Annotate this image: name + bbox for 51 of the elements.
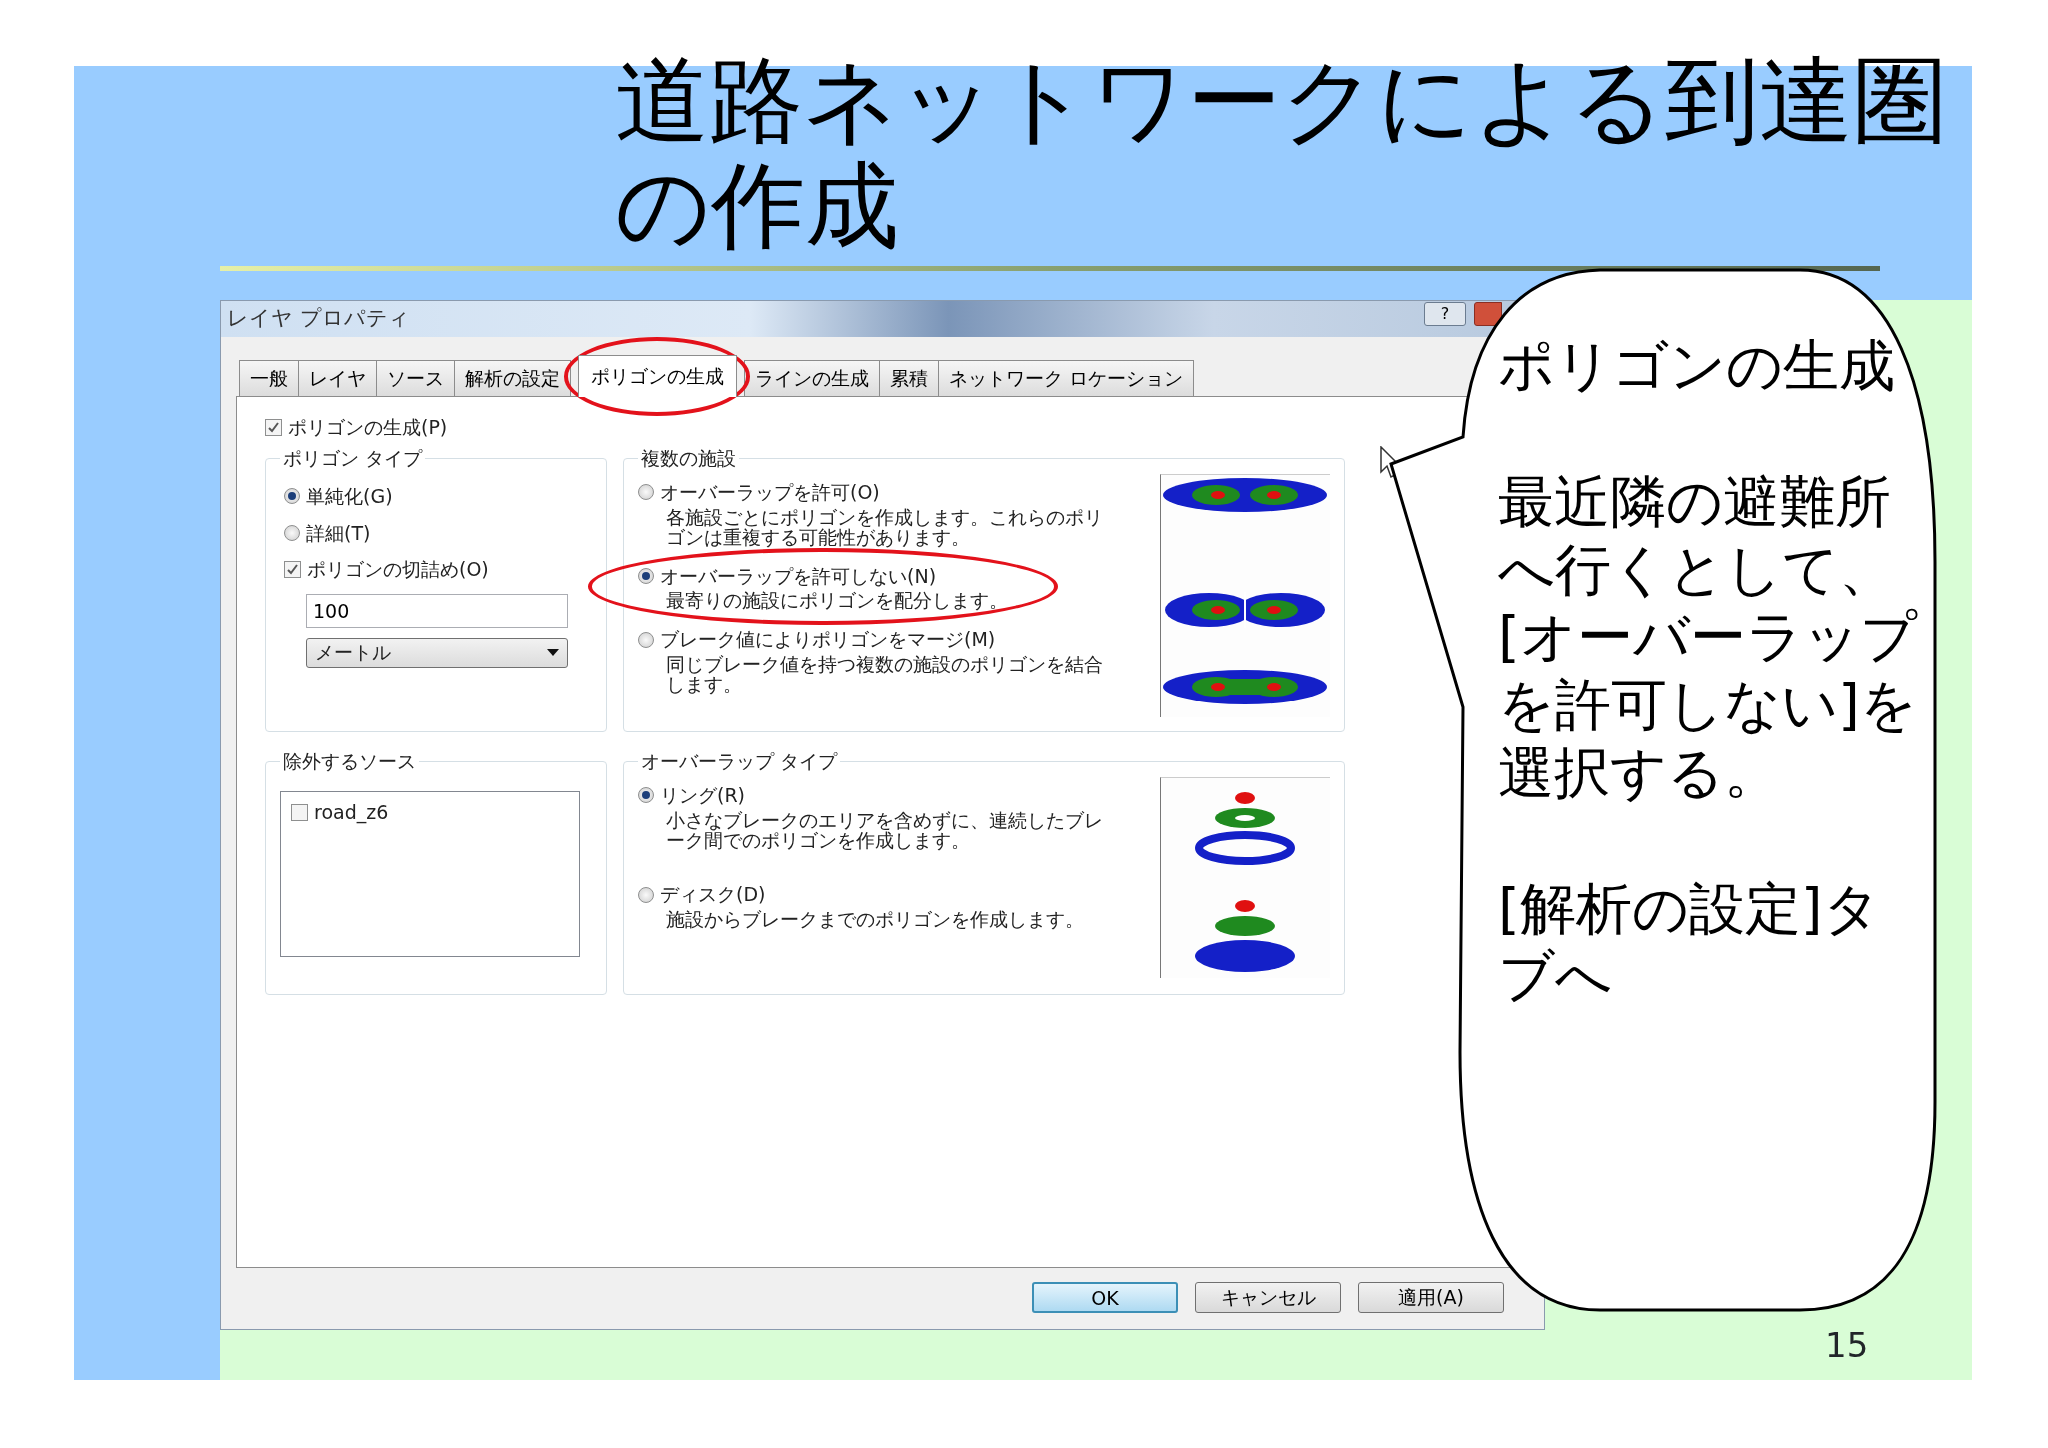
callout-text: ポリゴンの生成	[1498, 332, 1896, 400]
checkbox[interactable]	[265, 418, 282, 436]
slide-title: 道路ネットワークによる到達圏の作成	[615, 48, 1948, 259]
checkbox-option[interactable]: ポリゴンの生成(P)	[265, 412, 448, 442]
close-button[interactable]	[1474, 302, 1502, 326]
radio-circle[interactable]	[284, 524, 300, 541]
group-title: 除外するソース	[282, 750, 417, 773]
callout-text: 最近隣の避難所へ行くとして、[オーバーラップを許可しない]を選択する。	[1498, 467, 1919, 807]
tab[interactable]: ラインの生成	[744, 360, 880, 396]
checkbox[interactable]	[291, 803, 308, 821]
option-description: 同じブレーク値を持つ複数の施設のポリゴンを結合します。	[665, 655, 1104, 695]
radio-button[interactable]: 詳細(T)	[284, 518, 592, 548]
tab[interactable]: ソース	[376, 360, 455, 396]
dialog-button[interactable]: 適用(A)	[1358, 1282, 1504, 1313]
group-title: ポリゴン タイプ	[282, 447, 424, 471]
radio-circle[interactable]	[638, 484, 654, 501]
option-description: 最寄りの施設にポリゴンを配分します。	[665, 591, 1008, 612]
checkbox-option[interactable]: ポリゴンの切詰め(O)	[284, 555, 592, 584]
window-title: レイヤ プロパティ	[227, 305, 411, 333]
group-title: 複数の施設	[640, 447, 737, 471]
radio-circle[interactable]	[638, 787, 654, 804]
tab[interactable]: ポリゴンの生成	[578, 355, 737, 397]
checkbox[interactable]	[284, 560, 301, 578]
tab[interactable]: 一般	[239, 360, 299, 396]
option-description: 施設からブレークまでのポリゴンを作成します。	[665, 910, 1085, 931]
dialog-button[interactable]: OK	[1032, 1282, 1178, 1313]
tab[interactable]: レイヤ	[298, 360, 377, 396]
radio-circle[interactable]	[638, 567, 654, 584]
distance-field[interactable]: 100	[306, 593, 568, 628]
radio-button[interactable]: ブレーク値によりポリゴンをマージ(M)	[638, 625, 996, 654]
radio-button[interactable]: オーバーラップを許可(O)	[638, 478, 880, 507]
callout-text: [解析の設定]タブへ	[1498, 874, 1881, 1010]
group-title: オーバーラップ タイプ	[640, 750, 839, 773]
tab[interactable]: 解析の設定	[454, 360, 571, 396]
radio-circle[interactable]	[284, 488, 300, 505]
tab[interactable]: ネットワーク ロケーション	[938, 360, 1195, 396]
radio-circle[interactable]	[638, 886, 654, 903]
option-description: 各施設ごとにポリゴンを作成します。これらのポリゴンは重複する可能性があります。	[665, 507, 1104, 548]
radio-circle[interactable]	[638, 631, 654, 648]
dialog-button[interactable]: キャンセル	[1195, 1282, 1341, 1313]
radio-button[interactable]: オーバーラップを許可しない(N)	[638, 561, 937, 591]
radio-button[interactable]: 単純化(G)	[284, 482, 592, 511]
tab[interactable]: 累積	[879, 360, 939, 396]
list-item[interactable]: road_z6	[291, 797, 389, 827]
unit-dropdown[interactable]: メートル	[306, 637, 568, 668]
help-button[interactable]: ?	[1424, 302, 1466, 326]
caret-icon	[547, 649, 559, 657]
radio-button[interactable]: ディスク(D)	[638, 880, 766, 909]
radio-button[interactable]: リング(R)	[638, 780, 746, 810]
option-description: 小さなブレークのエリアを含めずに、連続したブレーク間でのポリゴンを作成します。	[665, 810, 1104, 851]
page-number: 15	[1825, 1324, 1869, 1367]
